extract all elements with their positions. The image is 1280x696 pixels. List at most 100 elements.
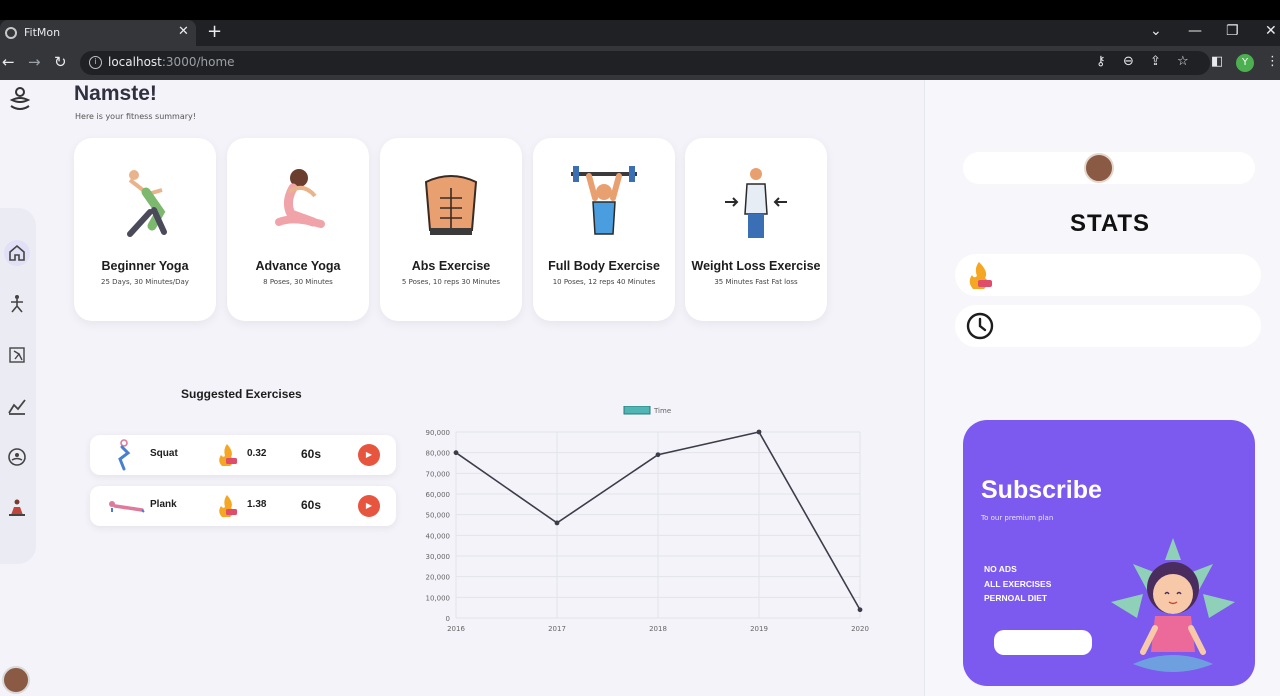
y-tick-label: 20,000	[426, 574, 451, 582]
squat-pose-icon	[118, 439, 131, 471]
home-icon	[9, 244, 25, 261]
page-title: Namste!	[74, 82, 157, 105]
subscribe-button[interactable]	[994, 630, 1092, 655]
sidebar-item-exercise[interactable]	[4, 342, 30, 368]
sidebar	[0, 208, 36, 564]
meditation-icon	[8, 448, 26, 466]
share-icon[interactable]: ⇪	[1150, 54, 1161, 69]
subscribe-title: Subscribe	[981, 476, 1102, 504]
address-bar[interactable]: i localhost:3000/home	[80, 51, 1210, 75]
stats-panel: STATS Subscribe To our premium plan NO A…	[924, 80, 1280, 696]
flame-icon	[219, 444, 237, 466]
exercise-duration: 60s	[301, 498, 322, 512]
side-panel-icon[interactable]: ◧	[1211, 54, 1223, 69]
abs-illustration	[424, 175, 478, 235]
beginner-yoga-illustration	[127, 170, 167, 237]
flame-icon	[969, 262, 992, 289]
card-title: Abs Exercise	[411, 259, 491, 273]
x-tick-label: 2019	[750, 625, 768, 632]
card-subtitle: 25 Days, 30 Minutes/Day	[101, 278, 189, 286]
stat-calories-row	[955, 254, 1261, 296]
reload-icon[interactable]: ↻	[54, 53, 67, 71]
profile-pill[interactable]	[963, 152, 1255, 184]
meditation-logo-icon[interactable]	[8, 86, 32, 112]
globe-icon	[5, 27, 17, 39]
progress-chart-icon	[8, 399, 26, 415]
back-icon[interactable]: ←	[2, 53, 15, 71]
time-line-chart: 0 10,000 20,000 30,000 40,000 50,000 60,000 70,…	[426, 406, 869, 632]
card-subtitle: 8 Poses, 30 Minutes	[263, 278, 333, 286]
feature-item: NO ADS	[984, 564, 1017, 574]
meditating-girl-illustration	[1111, 538, 1235, 672]
y-tick-label: 60,000	[426, 491, 451, 499]
legend-label: Time	[653, 407, 671, 415]
subscribe-tagline: To our premium plan	[981, 514, 1054, 522]
stat-time-row	[955, 305, 1261, 347]
exercise-row-plank[interactable]: Plank 1.38 60s ▶	[90, 486, 396, 526]
legend-swatch	[623, 406, 651, 415]
sidebar-item-workout[interactable]	[4, 495, 30, 521]
card-subtitle: 10 Poses, 12 reps 40 Minutes	[552, 278, 656, 286]
zoom-icon[interactable]: ⊖	[1123, 54, 1134, 69]
exercise-icon	[9, 347, 25, 363]
data-point	[453, 450, 459, 456]
card-title: Full Body Exercise	[548, 259, 660, 273]
browser-profile-avatar[interactable]: Y	[1236, 54, 1254, 72]
chart-legend: Time	[623, 406, 671, 415]
data-point	[756, 429, 762, 435]
browser-menu-icon[interactable]: ⋮	[1266, 54, 1279, 69]
url-path: :3000/home	[161, 55, 235, 69]
suggested-exercises-heading: Suggested Exercises	[181, 387, 302, 401]
forward-icon[interactable]: →	[28, 53, 41, 71]
y-tick-label: 90,000	[426, 429, 451, 437]
user-avatar[interactable]	[2, 666, 30, 694]
browser-tab[interactable]: FitMon ✕	[0, 20, 196, 46]
exercise-duration: 60s	[301, 447, 322, 461]
card-beginner-yoga[interactable]: Beginner Yoga 25 Days, 30 Minutes/Day	[74, 138, 216, 321]
sidebar-item-yoga[interactable]	[4, 291, 30, 317]
advance-yoga-illustration	[275, 169, 325, 228]
card-title: Beginner Yoga	[101, 259, 189, 273]
app-page: Namste! Here is your fitness summary! Be…	[0, 80, 1280, 696]
x-tick-label: 2016	[447, 625, 465, 632]
close-window-icon[interactable]: ✕	[1265, 23, 1277, 39]
restore-icon[interactable]: ❐	[1226, 23, 1239, 39]
data-point	[857, 607, 863, 613]
card-weight-loss-exercise[interactable]: Weight Loss Exercise 35 Minutes Fast Fat…	[685, 138, 827, 321]
tab-close-icon[interactable]: ✕	[178, 24, 189, 39]
sidebar-item-progress[interactable]	[4, 393, 30, 419]
exercise-row-squat[interactable]: Squat 0.32 60s ▶	[90, 435, 396, 475]
y-tick-label: 30,000	[426, 553, 451, 561]
card-full-body-exercise[interactable]: Full Body Exercise 10 Poses, 12 reps 40 …	[533, 138, 675, 321]
bookmark-star-icon[interactable]: ☆	[1177, 54, 1189, 69]
card-abs-exercise[interactable]: Abs Exercise 5 Poses, 10 reps 30 Minutes	[380, 138, 522, 321]
clock-icon	[966, 312, 994, 340]
tab-search-icon[interactable]: ⌄	[1150, 23, 1162, 39]
play-button[interactable]: ▶	[358, 444, 380, 466]
page-subtitle: Here is your fitness summary!	[75, 112, 196, 121]
sidebar-item-home[interactable]	[4, 240, 30, 266]
subscribe-card: Subscribe To our premium plan NO ADS ALL…	[963, 420, 1255, 686]
x-tick-label: 2017	[548, 625, 566, 632]
subscribe-features: NO ADS ALL EXERCISES PERNOAL DIET	[984, 562, 1051, 606]
minimize-icon[interactable]: —	[1188, 23, 1202, 39]
new-tab-button[interactable]: +	[207, 21, 222, 42]
y-tick-label: 70,000	[426, 470, 451, 478]
feature-item: PERNOAL DIET	[984, 593, 1048, 603]
address-url: localhost:3000/home	[108, 55, 235, 69]
y-tick-label: 40,000	[426, 532, 451, 540]
play-button[interactable]: ▶	[358, 495, 380, 517]
stats-heading: STATS	[1069, 210, 1151, 237]
data-point	[554, 520, 560, 526]
exercise-name: Plank	[150, 499, 177, 510]
y-tick-label: 50,000	[426, 512, 451, 520]
browser-tabstrip: FitMon ✕ + ⌄ — ❐ ✕	[0, 20, 1280, 46]
key-icon[interactable]: ⚷	[1096, 54, 1106, 69]
url-host: localhost	[108, 55, 162, 69]
card-advance-yoga[interactable]: Advance Yoga 8 Poses, 30 Minutes	[227, 138, 369, 321]
profile-avatar[interactable]	[1084, 153, 1114, 183]
site-info-icon[interactable]: i	[89, 56, 102, 69]
y-tick-label: 10,000	[426, 594, 451, 602]
flame-icon	[219, 495, 237, 517]
sidebar-item-meditation[interactable]	[4, 444, 30, 470]
